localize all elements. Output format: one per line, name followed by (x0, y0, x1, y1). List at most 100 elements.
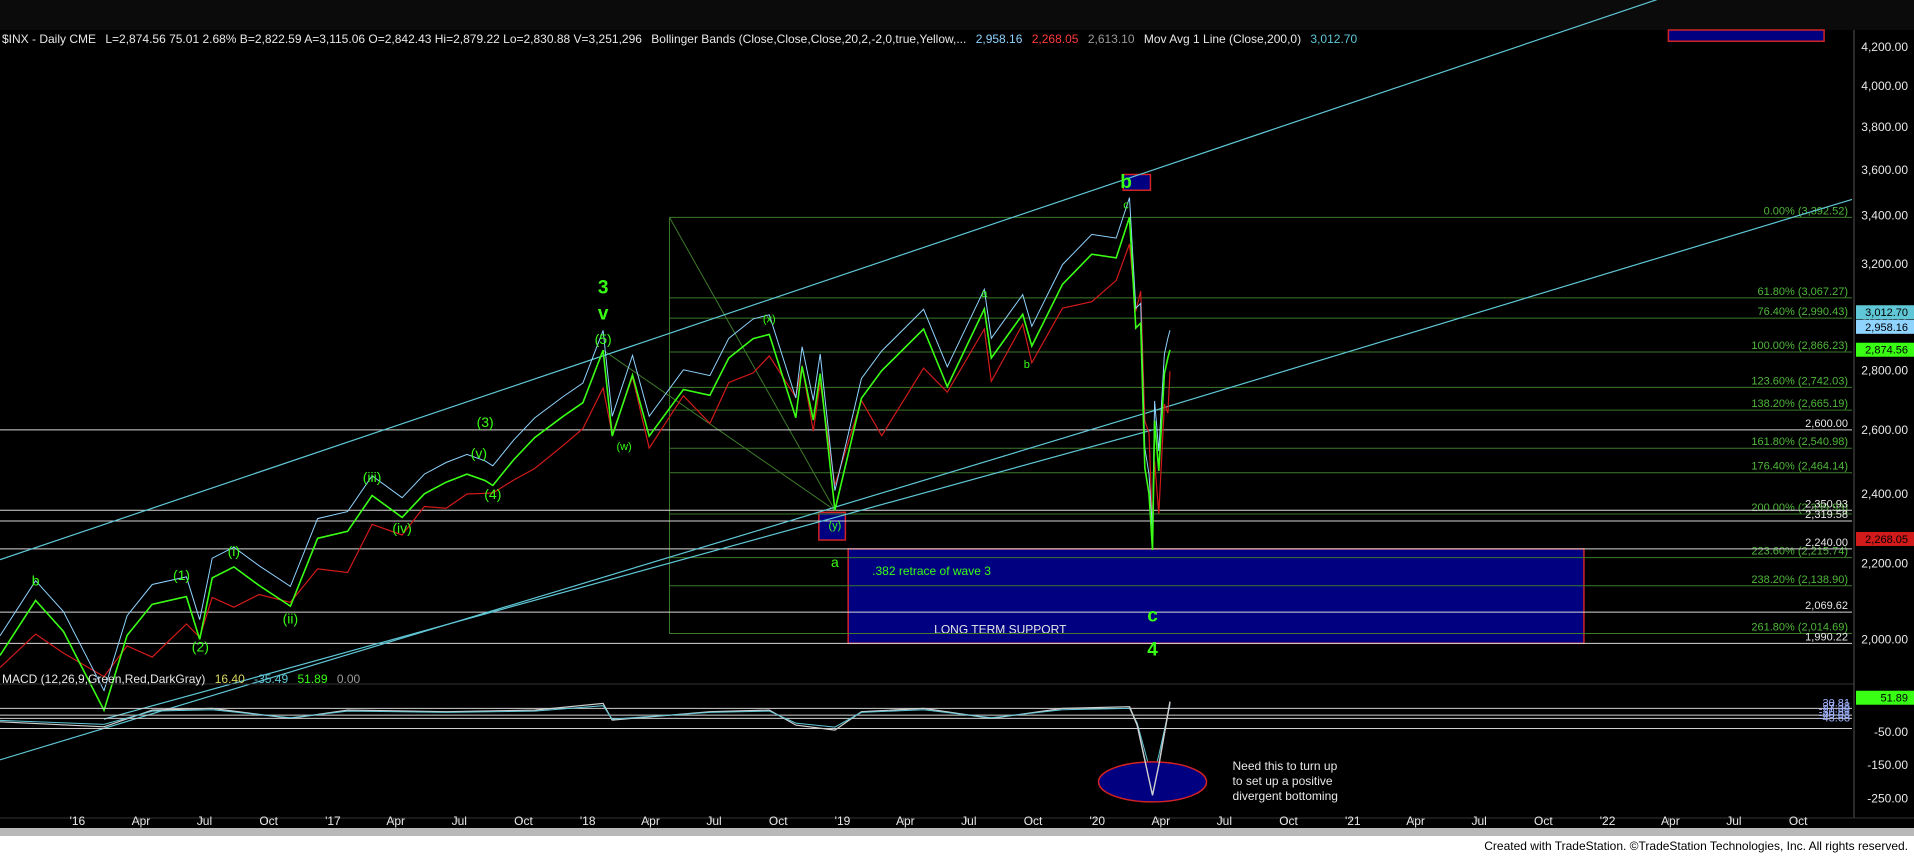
x-axis-tick-label: '20 (1089, 814, 1105, 828)
macd-value-2: -35.49 (254, 672, 288, 686)
fib-level-label: 161.80% (2,540.98) (1751, 436, 1848, 448)
quote-values: L=2,874.56 75.01 2.68% B=2,822.59 A=3,11… (105, 32, 642, 46)
horizontal-scrollbar[interactable] (0, 828, 1914, 836)
top-box-box (1667, 29, 1825, 42)
price-axis-tick: 2,800.00 (1861, 364, 1908, 378)
x-axis-tick-label: Jul (706, 814, 721, 828)
tradestation-chart[interactable]: .382 retrace of wave 3 LONG TERM SUPPORT 0… (0, 0, 1914, 856)
x-axis-tick-label: Oct (1789, 814, 1808, 828)
x-axis-tick-label: '19 (835, 814, 851, 828)
price-axis-tick: 2,000.00 (1861, 632, 1908, 646)
support-line-label: 2,600.00 (1805, 418, 1848, 430)
macd-annotation-line: divergent bottoming (1233, 789, 1338, 803)
x-axis-tick-label: '21 (1345, 814, 1361, 828)
price-tag-label: 2,958.16 (1865, 322, 1908, 334)
fib-level-label: 61.80% (3,067.27) (1757, 286, 1848, 298)
wave-label: (2) (192, 638, 209, 654)
wave-label: 4 (1147, 640, 1158, 661)
x-axis-tick-label: Jul (1471, 814, 1486, 828)
fib-level-label: 123.60% (2,742.03) (1751, 375, 1848, 387)
wave-label: (v) (471, 445, 487, 461)
wave-label: (x) (763, 313, 776, 325)
x-axis-tick-label: Oct (259, 814, 278, 828)
fib-level-label: 138.20% (2,665.19) (1751, 398, 1848, 410)
wave-label: b (1120, 172, 1132, 193)
price-tag-label: 3,012.70 (1865, 307, 1908, 319)
x-axis-tick-label: Jul (1217, 814, 1232, 828)
macd-label: MACD (12,26,9,Green,Red,DarkGray) (2, 672, 205, 686)
x-axis-tick-label: Jul (197, 814, 212, 828)
x-axis-tick-label: '16 (70, 814, 86, 828)
macd-annotation-line: Need this to turn up (1233, 759, 1338, 773)
top-strip (0, 0, 1914, 30)
x-axis-tick-label: Oct (514, 814, 533, 828)
bollinger-label: Bollinger Bands (Close,Close,Close,20,2,… (651, 32, 966, 46)
support-line-label: 1,990.22 (1805, 631, 1848, 643)
macd-overlap-label: -43.68 (1819, 712, 1850, 724)
x-axis-tick-label: Oct (1534, 814, 1553, 828)
price-axis-tick: 4,200.00 (1861, 40, 1908, 54)
x-axis-tick-label: Apr (386, 814, 405, 828)
divergence-ellipse (1097, 761, 1208, 803)
macd-axis-tick: -250.00 (1867, 792, 1908, 806)
macd-tag-label: 51.89 (1880, 693, 1908, 705)
moving-average-value: 3,012.70 (1310, 32, 1357, 46)
macd-axis-tick: -150.00 (1867, 758, 1908, 772)
fib-level-label: 238.20% (2,138.90) (1751, 574, 1848, 586)
x-axis-tick-label: Apr (1661, 814, 1680, 828)
x-axis-tick-label: '18 (580, 814, 596, 828)
price-axis-tick: 2,400.00 (1861, 487, 1908, 501)
x-axis-tick-label: Apr (132, 814, 151, 828)
bollinger-mid-value: 2,613.10 (1088, 32, 1135, 46)
long-term-support-label: LONG TERM SUPPORT (934, 622, 1067, 636)
price-axis-tick: 3,200.00 (1861, 257, 1908, 271)
fib-level-label: 76.40% (2,990.43) (1757, 306, 1848, 318)
fib-level-label: 0.00% (3,392.52) (1764, 205, 1848, 217)
bollinger-upper-value: 2,958.16 (976, 32, 1023, 46)
x-axis-tick-label: Apr (1406, 814, 1425, 828)
x-axis-tick-label: '22 (1600, 814, 1616, 828)
wave-label: c (1147, 606, 1158, 627)
copyright-text: Created with TradeStation. ©TradeStation… (1484, 839, 1908, 853)
price-axis-tick: 2,200.00 (1861, 556, 1908, 570)
price-axis-tick: 3,400.00 (1861, 209, 1908, 223)
macd-axis-tick: -50.00 (1874, 725, 1908, 739)
wave-label: (5) (595, 331, 612, 347)
x-axis-tick-label: Jul (961, 814, 976, 828)
fib-level-label: 100.00% (2,866.23) (1751, 340, 1848, 352)
macd-value-4: 0.00 (337, 672, 361, 686)
wave-label: v (598, 304, 609, 325)
wave-label: b (1024, 359, 1030, 371)
x-axis-tick-label: Apr (1151, 814, 1170, 828)
price-tag-label: 2,268.05 (1865, 534, 1908, 546)
wave-label: a (981, 288, 988, 300)
x-axis-tick-label: Apr (896, 814, 915, 828)
price-axis-tick: 3,800.00 (1861, 120, 1908, 134)
bollinger-lower-value: 2,268.05 (1032, 32, 1079, 46)
moving-average-label: Mov Avg 1 Line (Close,200,0) (1144, 32, 1301, 46)
x-axis-tick-label: Oct (769, 814, 788, 828)
support-line-label: 2,069.62 (1805, 600, 1848, 612)
wave-label: (i) (228, 543, 240, 559)
wave-label: 3 (598, 277, 609, 298)
x-axis-tick-label: Jul (452, 814, 467, 828)
price-axis-tick: 2,600.00 (1861, 423, 1908, 437)
wave-label: a (831, 554, 839, 570)
x-axis-tick-label: Oct (1024, 814, 1043, 828)
macd-header: MACD (12,26,9,Green,Red,DarkGray) 16.40 … (2, 672, 361, 686)
wave-label: (iii) (363, 469, 382, 485)
x-axis-tick-label: Oct (1279, 814, 1298, 828)
long-term-support-sublabel: .382 retrace of wave 3 (872, 564, 991, 578)
wave-label: (ii) (283, 611, 299, 627)
wave-label: b (32, 572, 40, 588)
x-axis-tick-label: Apr (641, 814, 660, 828)
wave-label: (4) (484, 486, 501, 502)
support-line-label: 2,240.00 (1805, 537, 1848, 549)
footer-bar: Created with TradeStation. ©TradeStation… (0, 836, 1914, 856)
wave-label: (3) (477, 414, 494, 430)
wave-label: c (1123, 200, 1129, 212)
symbol-label: $INX - Daily CME (2, 32, 96, 46)
chart-background (0, 0, 1914, 856)
macd-value-1: 16.40 (215, 672, 245, 686)
wave-label: (iv) (392, 520, 411, 536)
